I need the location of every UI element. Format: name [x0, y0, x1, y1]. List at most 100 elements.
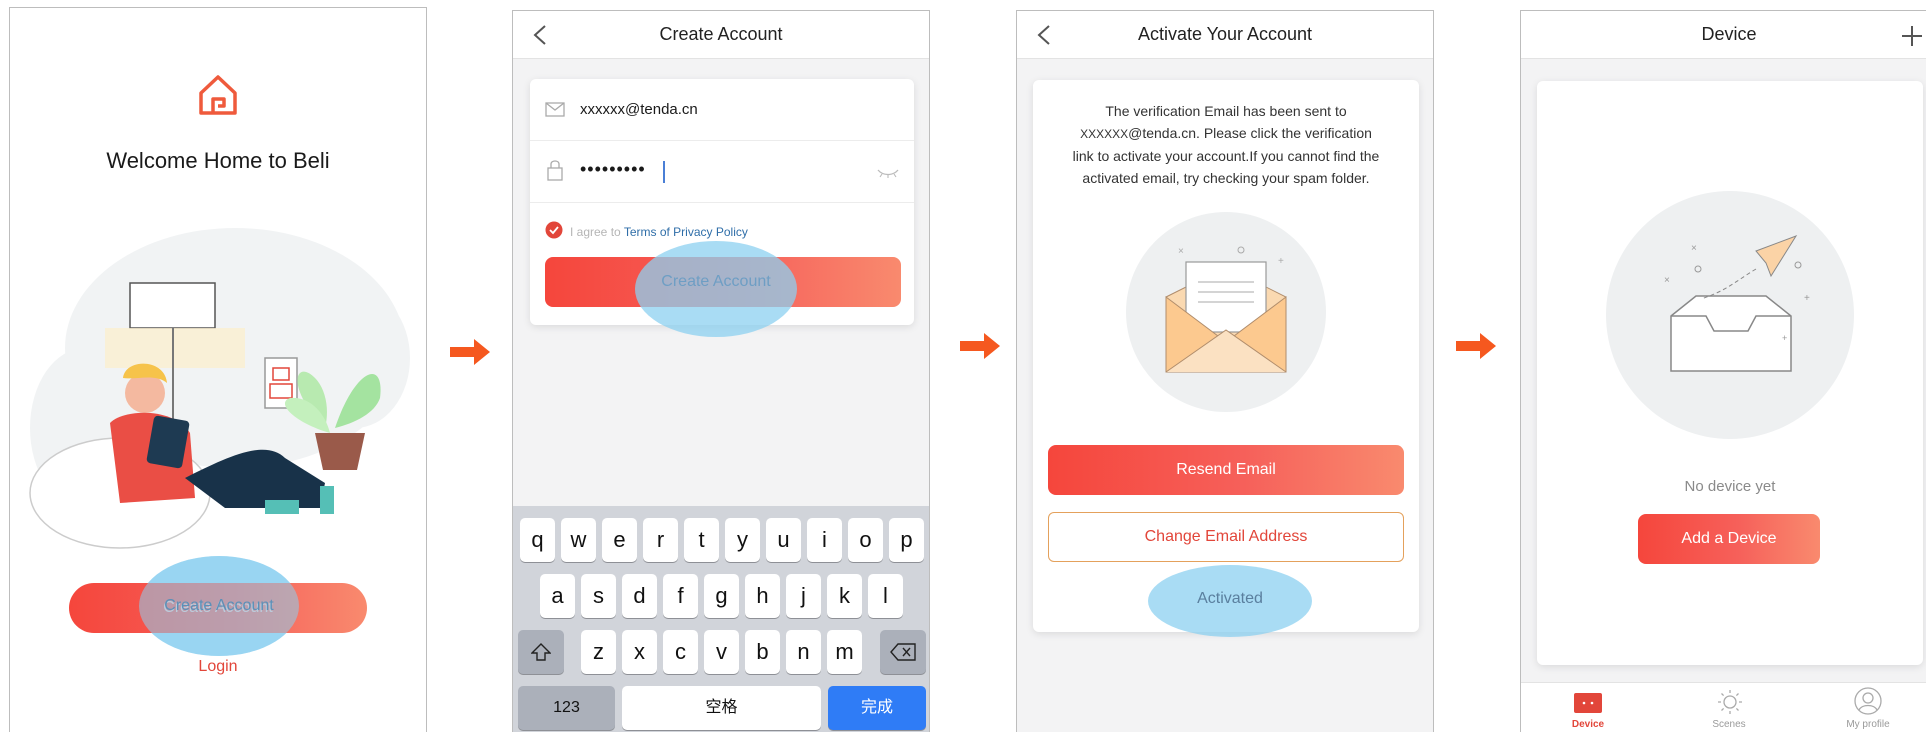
arrow-right-icon — [450, 339, 490, 365]
onboarding-flow: Welcome Home to Beli Create Account Crea… — [0, 0, 1926, 732]
svg-text:×: × — [1691, 243, 1697, 254]
checkbox-checked-icon[interactable] — [545, 221, 563, 239]
key-r[interactable]: r — [643, 518, 678, 562]
profile-icon — [1854, 687, 1882, 715]
key-i[interactable]: i — [807, 518, 842, 562]
agree-prefix: I agree to — [570, 225, 621, 239]
empty-tray-illustration: × × + + — [1606, 191, 1854, 439]
resend-email-button[interactable]: Resend Email — [1048, 445, 1404, 495]
tab-label: Device — [1571, 719, 1605, 730]
email-domain: @tenda.cn — [1128, 125, 1197, 141]
message-line: XXXXXX@tenda.cn. Please click the verifi… — [1059, 122, 1393, 145]
key-y[interactable]: y — [725, 518, 760, 562]
key-t[interactable]: t — [684, 518, 719, 562]
key-k[interactable]: k — [827, 574, 862, 618]
key-o[interactable]: o — [848, 518, 883, 562]
message-line: activated email, try checking your spam … — [1082, 170, 1370, 186]
key-g[interactable]: g — [704, 574, 739, 618]
key-e[interactable]: e — [602, 518, 637, 562]
password-field[interactable]: ••••••••• — [530, 141, 914, 203]
welcome-screen: Welcome Home to Beli Create Account Crea… — [9, 7, 427, 732]
message-line: link to activate your account.If you can… — [1072, 148, 1380, 164]
shift-icon — [530, 643, 552, 661]
page-title: Create Account — [659, 24, 783, 44]
svg-text:+: + — [1278, 256, 1284, 267]
create-account-screen: Create Account xxxxxx@tenda.cn •••••••••… — [512, 10, 930, 732]
shift-key[interactable] — [518, 630, 564, 674]
nav-bar: Activate Your Account — [1017, 11, 1433, 59]
arrow-right-icon — [960, 333, 1000, 359]
empty-state-text: No device yet — [1684, 478, 1776, 495]
keyboard: q w e r t y u i o p a s d f g h j k l z x c v b n m 123 空格 完成 — [513, 506, 929, 732]
envelope-illustration: × + — [1126, 212, 1326, 412]
key-d[interactable]: d — [622, 574, 657, 618]
key-a[interactable]: a — [540, 574, 575, 618]
terms-agreement: I agree to Terms of Privacy Policy — [570, 225, 748, 239]
key-z[interactable]: z — [581, 630, 616, 674]
key-j[interactable]: j — [786, 574, 821, 618]
plus-icon[interactable] — [1899, 23, 1925, 49]
password-value: ••••••••• — [580, 159, 646, 179]
backspace-icon — [890, 643, 916, 661]
nav-bar: Device — [1521, 11, 1926, 59]
key-l[interactable]: l — [868, 574, 903, 618]
welcome-illustration — [29, 228, 410, 549]
svg-text:×: × — [1664, 275, 1670, 286]
sun-icon — [1718, 690, 1742, 714]
key-n[interactable]: n — [786, 630, 821, 674]
nav-bar: Create Account — [513, 11, 929, 59]
email-field[interactable]: xxxxxx@tenda.cn — [530, 79, 914, 141]
key-h[interactable]: h — [745, 574, 780, 618]
key-x[interactable]: x — [622, 630, 657, 674]
login-link[interactable]: Login — [10, 658, 426, 676]
key-b[interactable]: b — [745, 630, 780, 674]
numbers-key[interactable]: 123 — [518, 686, 615, 730]
key-f[interactable]: f — [663, 574, 698, 618]
key-s[interactable]: s — [581, 574, 616, 618]
svg-text:×: × — [1178, 246, 1184, 257]
text-cursor — [663, 161, 665, 183]
message-text: . Please click the verification — [1196, 125, 1372, 141]
home-logo-icon — [199, 75, 237, 115]
activate-account-screen: Activate Your Account The verification E… — [1016, 10, 1434, 732]
verification-message: The verification Email has been sent to … — [1059, 100, 1393, 189]
tab-my-profile[interactable]: My profile — [1828, 683, 1908, 732]
eye-closed-icon[interactable] — [877, 168, 899, 178]
activation-card: The verification Email has been sent to … — [1033, 80, 1419, 637]
signup-form-card: xxxxxx@tenda.cn ••••••••• I agree to Ter… — [530, 79, 914, 337]
device-list-card: × × + + No device yet Add a Device — [1537, 81, 1923, 665]
page-title: Device — [1701, 24, 1757, 44]
message-line: The verification Email has been sent to — [1105, 103, 1347, 119]
tab-label: My profile — [1846, 719, 1890, 730]
key-m[interactable]: m — [827, 630, 862, 674]
tab-device[interactable]: Device — [1548, 683, 1628, 732]
key-p[interactable]: p — [889, 518, 924, 562]
space-key[interactable]: 空格 — [622, 686, 821, 730]
activated-button[interactable]: Activated — [1148, 590, 1312, 608]
create-account-label: Create Account — [661, 273, 771, 290]
svg-text:+: + — [1804, 293, 1810, 304]
email-value: xxxxxx@tenda.cn — [580, 101, 698, 118]
privacy-policy-link[interactable]: Terms of Privacy Policy — [624, 225, 748, 239]
email-placeholder: XXXXXX — [1080, 127, 1129, 141]
change-email-button[interactable]: Change Email Address — [1048, 512, 1404, 562]
device-screen: Device × × + + No device yet Add a Devic… — [1520, 10, 1926, 732]
mail-icon — [545, 102, 565, 117]
add-device-button[interactable]: Add a Device — [1638, 514, 1820, 564]
device-icon — [1574, 693, 1602, 713]
tab-scenes[interactable]: Scenes — [1689, 683, 1769, 732]
create-account-highlight-label: Create Account — [164, 597, 274, 614]
key-u[interactable]: u — [766, 518, 801, 562]
lock-icon — [547, 160, 563, 181]
svg-text:+: + — [1782, 333, 1787, 343]
tab-label: Scenes — [1712, 719, 1746, 730]
key-v[interactable]: v — [704, 630, 739, 674]
key-w[interactable]: w — [561, 518, 596, 562]
welcome-title: Welcome Home to Beli — [106, 148, 330, 173]
tab-bar: Device Scenes My profile — [1521, 682, 1926, 732]
backspace-key[interactable] — [880, 630, 926, 674]
done-key[interactable]: 完成 — [828, 686, 926, 730]
page-title: Activate Your Account — [1137, 24, 1313, 44]
key-q[interactable]: q — [520, 518, 555, 562]
key-c[interactable]: c — [663, 630, 698, 674]
